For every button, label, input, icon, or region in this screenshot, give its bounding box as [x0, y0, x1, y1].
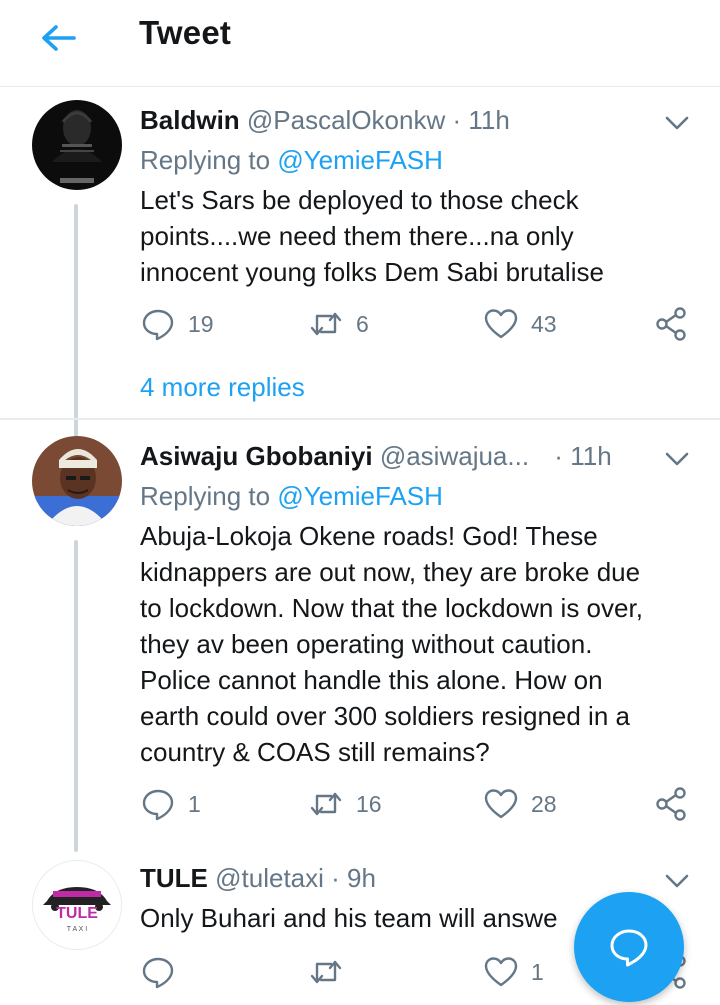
page-title: Tweet: [139, 14, 232, 51]
avatar[interactable]: [32, 436, 122, 526]
reply-button[interactable]: [140, 954, 188, 990]
tweet-header: TULE @tuletaxi · 9h: [140, 858, 376, 898]
tweet-text: Let's Sars be deployed to those check po…: [140, 185, 604, 287]
speech-bubble-icon: [142, 309, 174, 341]
share-button[interactable]: [654, 306, 690, 342]
share-icon: [656, 787, 686, 821]
avatar[interactable]: TULE T A X I: [32, 860, 122, 950]
avatar-logo-subtext: T A X I: [67, 926, 88, 933]
share-button[interactable]: [654, 786, 690, 822]
mention-link[interactable]: @YemieFASH: [277, 481, 443, 511]
reply-tweet[interactable]: Asiwaju Gbobaniyi @asiwajua... · 11h Rep…: [0, 436, 720, 856]
tweet-header: Asiwaju Gbobaniyi @asiwajua... · 11h: [140, 436, 612, 476]
back-button[interactable]: [36, 18, 84, 58]
tweet-menu-button[interactable]: [662, 866, 692, 896]
tweet-header: Baldwin @PascalOkonkw · 11h: [140, 100, 510, 140]
like-count: 1: [531, 958, 544, 985]
author-handle[interactable]: @asiwajua...: [380, 441, 529, 471]
retweet-button[interactable]: [308, 954, 356, 990]
author-name[interactable]: Baldwin: [140, 105, 240, 135]
mention-link[interactable]: @YemieFASH: [277, 145, 443, 175]
more-replies-link[interactable]: 4 more replies: [140, 372, 305, 403]
thread-gap-dots: [74, 378, 78, 411]
like-count: 43: [531, 310, 557, 337]
chevron-down-icon: [665, 452, 689, 466]
tweet-menu-button[interactable]: [662, 444, 692, 474]
timestamp: 11h: [468, 105, 510, 135]
avatar[interactable]: [32, 100, 122, 190]
retweet-button[interactable]: 16: [308, 786, 382, 822]
top-bar: Tweet: [0, 0, 720, 87]
like-button[interactable]: 1: [483, 954, 544, 990]
separator-dot: ·: [554, 441, 563, 471]
like-button[interactable]: 43: [483, 306, 557, 342]
tweet-text: Abuja-Lokoja Okene roads! God! These kid…: [140, 521, 643, 767]
retweet-icon: [310, 312, 342, 336]
replying-to: Replying to @YemieFASH: [140, 142, 443, 178]
heart-icon: [484, 309, 518, 339]
author-name[interactable]: TULE: [140, 863, 208, 893]
author-handle[interactable]: @PascalOkonkw: [247, 105, 445, 135]
separator-dot: ·: [452, 105, 462, 135]
heart-icon: [484, 957, 518, 987]
like-count: 28: [531, 790, 557, 817]
reply-count: 1: [188, 790, 201, 817]
speech-bubble-icon: [142, 789, 174, 821]
reply-count: 19: [188, 310, 214, 337]
like-button[interactable]: 28: [483, 786, 557, 822]
speech-bubble-icon: [142, 957, 174, 989]
separator-dot: ·: [331, 863, 340, 893]
timestamp: 11h: [570, 441, 612, 471]
author-name[interactable]: Asiwaju Gbobaniyi: [140, 441, 373, 471]
tweet-actions: 19 6 43: [0, 306, 720, 346]
replying-to: Replying to @YemieFASH: [140, 478, 443, 514]
timestamp: 9h: [347, 863, 376, 893]
retweet-icon: [310, 792, 342, 816]
tweet-menu-button[interactable]: [662, 108, 692, 138]
author-handle[interactable]: @tuletaxi: [215, 863, 324, 893]
retweet-count: 16: [356, 790, 382, 817]
share-icon: [656, 307, 686, 341]
retweet-count: 6: [356, 310, 369, 337]
arrow-left-icon: [42, 25, 76, 51]
compose-reply-icon: [610, 929, 648, 967]
reply-button[interactable]: 19: [140, 306, 214, 342]
divider: [0, 418, 720, 420]
replying-prefix: Replying to: [140, 481, 278, 511]
compose-reply-button[interactable]: [574, 892, 684, 1002]
reply-tweet[interactable]: Baldwin @PascalOkonkw · 11h Replying to …: [0, 100, 720, 462]
chevron-down-icon: [665, 874, 689, 888]
reply-button[interactable]: 1: [140, 786, 201, 822]
heart-icon: [484, 789, 518, 819]
replying-prefix: Replying to: [140, 145, 278, 175]
retweet-button[interactable]: 6: [308, 306, 369, 342]
avatar-logo-text: TULE: [56, 905, 98, 922]
chevron-down-icon: [665, 116, 689, 130]
tweet-actions: 1 16 28: [0, 786, 720, 826]
retweet-icon: [310, 960, 342, 984]
